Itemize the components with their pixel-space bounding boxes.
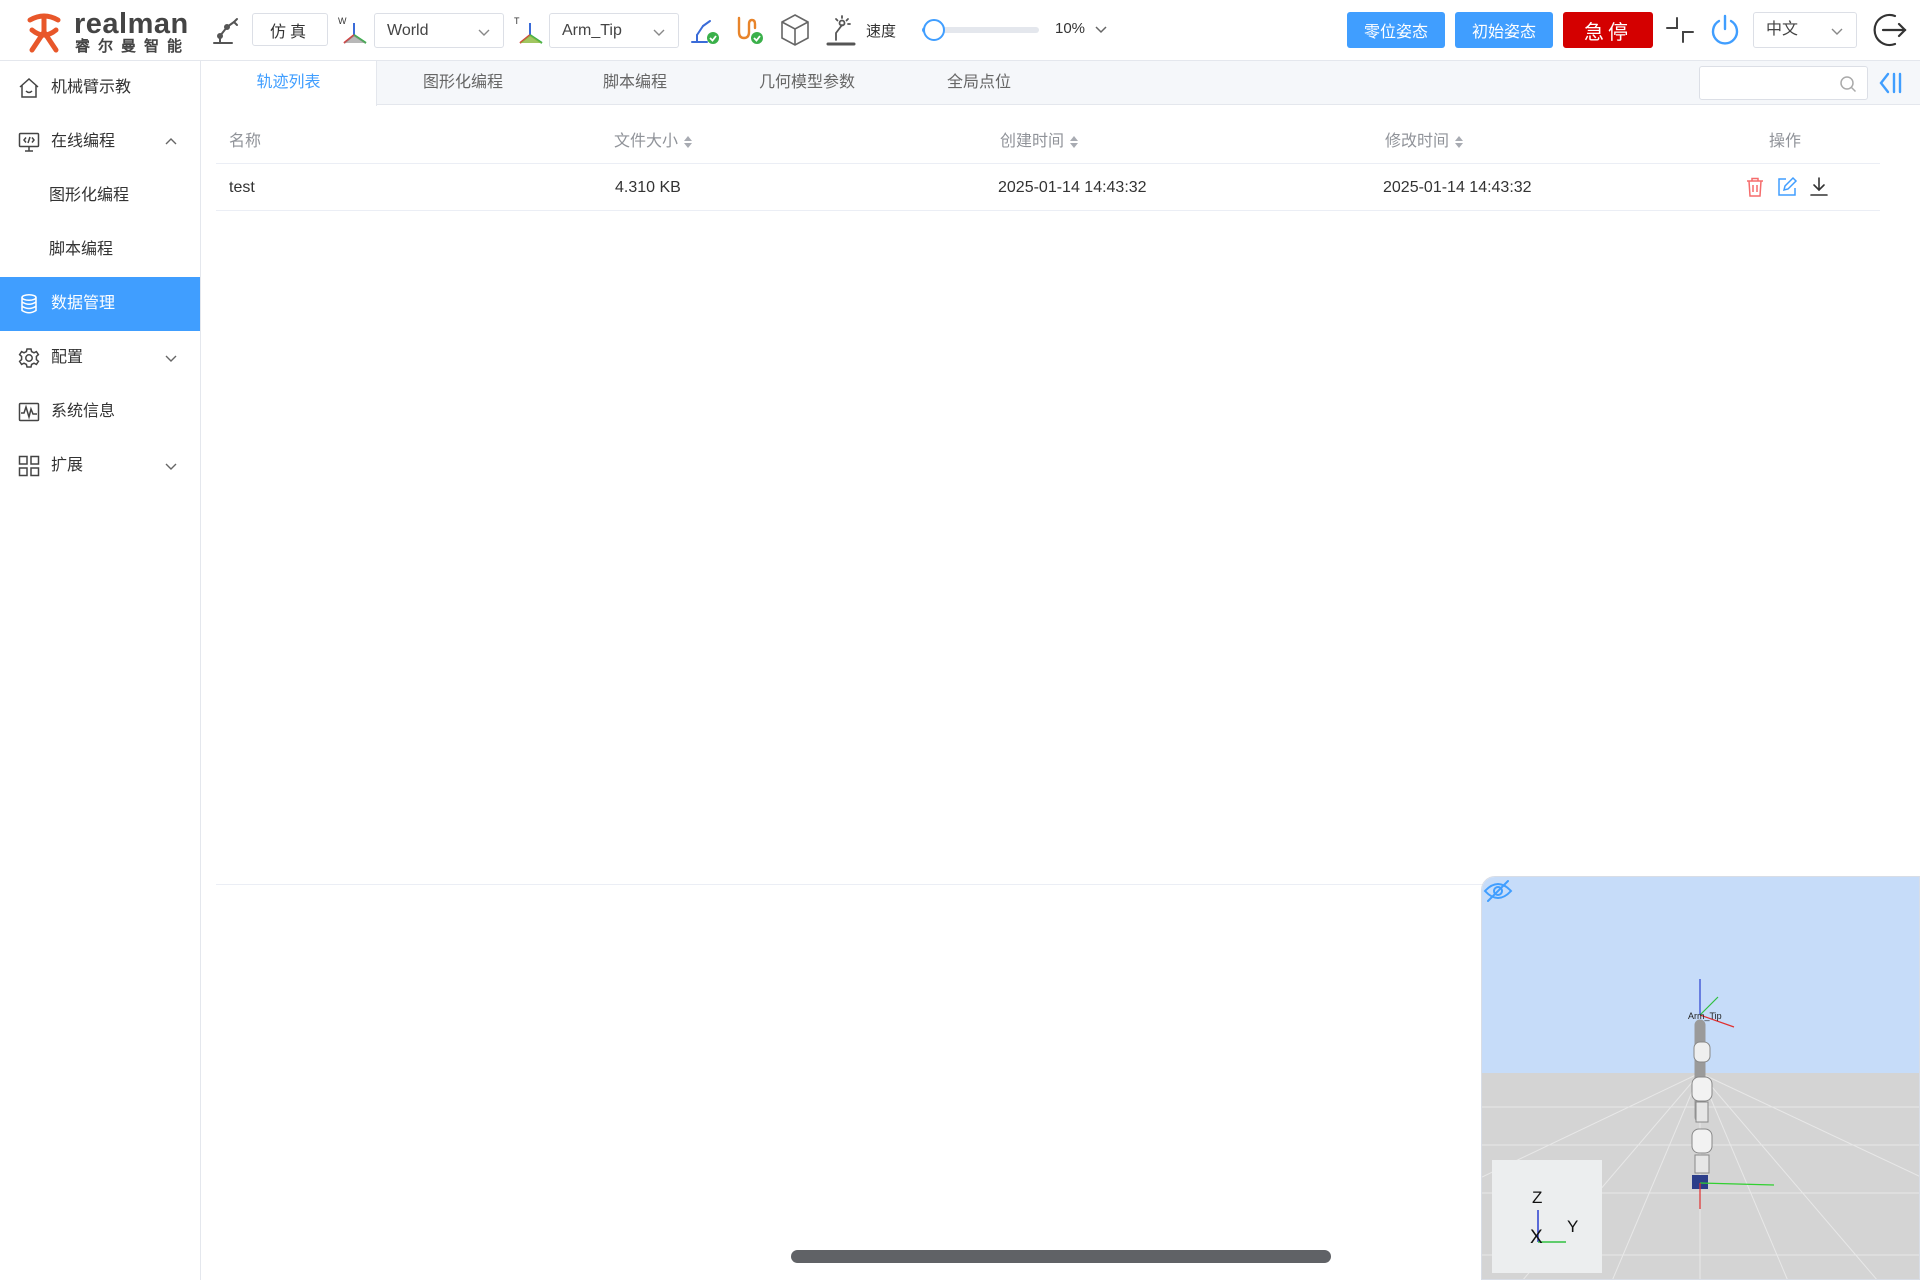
- tab-geometry-params[interactable]: 几何模型参数: [721, 61, 893, 105]
- logo-subtext: 睿尔曼智能: [75, 38, 191, 55]
- teach-light-icon[interactable]: [822, 10, 860, 50]
- sidebar-item-graphical-programming[interactable]: 图形化编程: [0, 169, 200, 223]
- tab-script-programming[interactable]: 脚本编程: [549, 61, 721, 105]
- download-icon[interactable]: [1808, 176, 1830, 198]
- sidebar-item-label: 图形化编程: [49, 187, 130, 204]
- tool-select[interactable]: Arm_Tip: [549, 13, 679, 48]
- tool-frame-icon: T: [512, 12, 548, 52]
- sidebar-item-extension[interactable]: 扩展: [0, 439, 200, 493]
- logout-icon[interactable]: [1867, 10, 1911, 50]
- initial-pose-button[interactable]: 初始姿态: [1455, 12, 1553, 48]
- apps-icon: [18, 455, 40, 477]
- table-header: 名称 文件大小 创建时间 修改时间 操作: [216, 120, 1880, 164]
- sidebar-item-config[interactable]: 配置: [0, 331, 200, 385]
- sidebar-item-label: 在线编程: [51, 133, 116, 150]
- axis-gizmo: Z X Y: [1492, 1160, 1602, 1273]
- frame-select-value: World: [387, 22, 429, 39]
- minimize-arrows-icon[interactable]: [1661, 10, 1699, 50]
- robot-3d-viewer[interactable]: Arm_Tip Z X Y: [1481, 876, 1920, 1280]
- axis-label-x: X: [1530, 1227, 1543, 1248]
- arm-tip-label: Arm_Tip: [1688, 1011, 1722, 1021]
- world-frame-icon: W: [336, 12, 372, 52]
- cell-created: 2025-01-14 14:43:32: [998, 179, 1147, 196]
- realman-logo-mark: [27, 13, 61, 53]
- delete-icon[interactable]: [1744, 176, 1766, 198]
- io-connected-icon[interactable]: [730, 10, 768, 50]
- gear-icon: [18, 348, 40, 368]
- column-header-created[interactable]: 创建时间: [1000, 133, 1079, 151]
- chevron-down-icon: [1831, 28, 1843, 35]
- eye-off-icon[interactable]: [1482, 877, 1514, 905]
- chevron-down-icon: [653, 29, 665, 36]
- column-header-actions: 操作: [1769, 133, 1802, 150]
- speed-slider[interactable]: [922, 19, 1039, 41]
- sidebar-item-system-info[interactable]: 系统信息: [0, 385, 200, 439]
- sidebar: 机械臂示教 在线编程 图形化编程 脚本编程 数据管理 配置 系统信息 扩展: [0, 61, 201, 1280]
- chevron-down-icon: [478, 29, 490, 36]
- sidebar-item-label: 数据管理: [51, 295, 116, 312]
- logo-text: realman: [74, 8, 189, 40]
- column-header-size[interactable]: 文件大小: [614, 133, 693, 151]
- speed-slider-handle[interactable]: [922, 19, 945, 41]
- chevron-down-icon: [165, 355, 177, 362]
- frame-select[interactable]: World: [374, 13, 504, 48]
- sidebar-item-online-programming[interactable]: 在线编程: [0, 115, 200, 169]
- column-header-modified[interactable]: 修改时间: [1385, 133, 1464, 151]
- database-icon: [21, 293, 37, 314]
- speed-chevron-down-icon[interactable]: [1094, 22, 1108, 36]
- emergency-stop-button[interactable]: 急停: [1563, 12, 1653, 48]
- tab-graphical-programming[interactable]: 图形化编程: [377, 61, 549, 105]
- cell-size: 4.310 KB: [615, 179, 681, 196]
- sidebar-item-label: 扩展: [51, 457, 84, 474]
- robot-connected-icon[interactable]: [686, 10, 724, 50]
- frame-tag-text: W: [338, 16, 347, 26]
- waveform-icon: [18, 402, 40, 422]
- search-input[interactable]: [1708, 67, 1838, 97]
- sidebar-item-label: 脚本编程: [49, 241, 114, 258]
- tab-bar: 轨迹列表 图形化编程 脚本编程 几何模型参数 全局点位: [201, 61, 1920, 106]
- speed-label: 速度: [866, 23, 897, 40]
- sort-caret-icon[interactable]: [1069, 134, 1079, 150]
- robot-arm-icon[interactable]: [206, 10, 244, 50]
- search-icon[interactable]: [1839, 75, 1857, 93]
- sidebar-item-label: 系统信息: [51, 403, 116, 420]
- column-header-name: 名称: [229, 133, 262, 150]
- axis-label-y: Y: [1567, 1217, 1579, 1236]
- cell-name: test: [229, 179, 255, 196]
- table-row[interactable]: test 4.310 KB 2025-01-14 14:43:32 2025-0…: [216, 164, 1880, 211]
- sort-caret-icon[interactable]: [1454, 134, 1464, 150]
- sidebar-item-arm-teach[interactable]: 机械臂示教: [0, 61, 200, 115]
- sidebar-item-label: 机械臂示教: [51, 79, 132, 96]
- cube-icon[interactable]: [776, 10, 814, 50]
- monitor-code-icon: [18, 132, 40, 152]
- chevron-up-icon: [165, 138, 177, 145]
- axis-label-z: Z: [1532, 1188, 1543, 1207]
- edit-icon[interactable]: [1776, 176, 1798, 198]
- top-toolbar: realman 睿尔曼智能 仿真 W World T Arm_Tip 速度 10…: [0, 0, 1920, 61]
- chevron-down-icon: [165, 463, 177, 470]
- tool-select-value: Arm_Tip: [562, 22, 622, 39]
- tool-tag-text: T: [514, 16, 520, 26]
- tab-global-points[interactable]: 全局点位: [893, 61, 1065, 105]
- tab-trajectory-list[interactable]: 轨迹列表: [201, 61, 377, 106]
- simulation-button[interactable]: 仿真: [252, 13, 328, 46]
- app-root: realman 睿尔曼智能 仿真 W World T Arm_Tip 速度 10…: [0, 0, 1920, 1280]
- language-select[interactable]: 中文: [1753, 12, 1857, 48]
- home-icon: [19, 77, 39, 98]
- horizontal-scrollbar[interactable]: [791, 1250, 1331, 1263]
- speed-value: 10%: [1055, 20, 1086, 37]
- table-bottom-border: [216, 884, 1486, 885]
- power-icon[interactable]: [1706, 10, 1744, 50]
- sidebar-item-data-management[interactable]: 数据管理: [0, 277, 200, 331]
- axis-gizmo-lines: [1537, 1210, 1566, 1243]
- search-box: [1699, 66, 1868, 100]
- zero-pose-button[interactable]: 零位姿态: [1347, 12, 1445, 48]
- sidebar-item-script-programming[interactable]: 脚本编程: [0, 223, 200, 277]
- collapse-panel-icon[interactable]: [1878, 70, 1904, 96]
- logo: realman 睿尔曼智能: [22, 8, 192, 55]
- sort-caret-icon[interactable]: [683, 134, 693, 150]
- language-select-value: 中文: [1766, 21, 1799, 38]
- sidebar-item-label: 配置: [51, 349, 84, 366]
- cell-modified: 2025-01-14 14:43:32: [1383, 179, 1532, 196]
